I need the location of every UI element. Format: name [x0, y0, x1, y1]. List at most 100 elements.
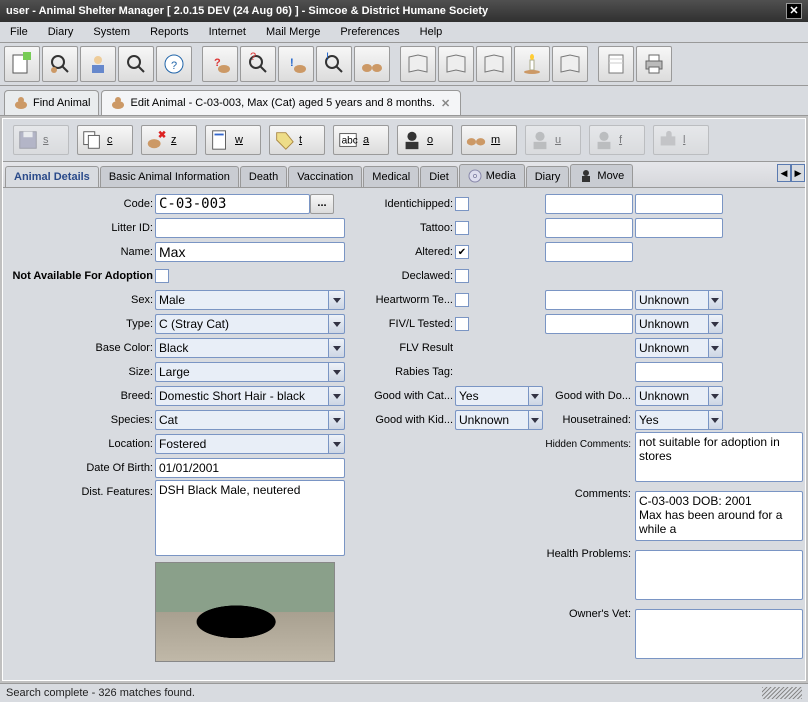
code-field[interactable] [155, 194, 310, 214]
litter-field[interactable] [155, 218, 345, 238]
ident-num-field[interactable] [635, 194, 723, 214]
chevron-down-icon[interactable] [528, 386, 543, 406]
match-icon[interactable] [354, 46, 390, 82]
tab-animal-details[interactable]: Animal Details [5, 166, 99, 187]
name-field[interactable] [155, 242, 345, 262]
tab-basic-info[interactable]: Basic Animal Information [100, 166, 239, 187]
heartworm-result-combo[interactable] [635, 290, 723, 310]
chevron-down-icon[interactable] [528, 410, 543, 430]
chevron-down-icon[interactable] [328, 434, 345, 454]
tab-close-icon[interactable]: ✕ [439, 97, 452, 110]
text-button[interactable]: abc a [333, 125, 389, 155]
tab-media[interactable]: Media [459, 164, 525, 187]
tab-death[interactable]: Death [240, 166, 287, 187]
lost-animal-icon[interactable]: ? [202, 46, 238, 82]
code-browse-button[interactable]: ... [310, 194, 334, 214]
chevron-down-icon[interactable] [708, 290, 723, 310]
heartworm-checkbox[interactable] [455, 293, 469, 307]
book1-icon[interactable] [400, 46, 436, 82]
chevron-down-icon[interactable] [708, 410, 723, 430]
tab-medical[interactable]: Medical [363, 166, 419, 187]
help-icon[interactable]: ? [156, 46, 192, 82]
comments-field[interactable]: C-03-003 DOB: 2001 Max has been around f… [635, 491, 803, 541]
menu-mailmerge[interactable]: Mail Merge [256, 22, 330, 42]
book2-icon[interactable] [438, 46, 474, 82]
dob-field[interactable] [155, 458, 345, 478]
fivl-checkbox[interactable] [455, 317, 469, 331]
heartworm-date-field[interactable] [545, 290, 633, 310]
owner-button[interactable]: o [397, 125, 453, 155]
species-combo[interactable] [155, 410, 345, 430]
search-found-icon[interactable]: ! [316, 46, 352, 82]
chevron-down-icon[interactable] [328, 386, 345, 406]
tab-diary[interactable]: Diary [526, 166, 570, 187]
altered-date-field[interactable] [545, 242, 633, 262]
type-combo[interactable] [155, 314, 345, 334]
chevron-down-icon[interactable] [708, 386, 723, 406]
location-combo[interactable] [155, 434, 345, 454]
fivl-result-combo[interactable] [635, 314, 723, 334]
ident-date-field[interactable] [545, 194, 633, 214]
sex-combo[interactable] [155, 290, 345, 310]
tab-find-animal[interactable]: Find Animal [4, 90, 99, 115]
search-lost-icon[interactable]: ? [240, 46, 276, 82]
vet-field[interactable] [635, 609, 803, 659]
match-button[interactable]: m [461, 125, 517, 155]
house-combo[interactable] [635, 410, 723, 430]
flv-result-combo[interactable] [635, 338, 723, 358]
book3-icon[interactable] [476, 46, 512, 82]
tabs-scroll-right-icon[interactable]: ▶ [791, 164, 805, 182]
fivl-date-field[interactable] [545, 314, 633, 334]
altered-checkbox[interactable] [455, 245, 469, 259]
ident-checkbox[interactable] [455, 197, 469, 211]
notavail-checkbox[interactable] [155, 269, 169, 283]
found-animal-icon[interactable]: ! [278, 46, 314, 82]
chevron-down-icon[interactable] [708, 338, 723, 358]
clone-button[interactable]: c [77, 125, 133, 155]
tattoo-num-field[interactable] [635, 218, 723, 238]
tattoo-date-field[interactable] [545, 218, 633, 238]
goodcat-combo[interactable] [455, 386, 543, 406]
delete-button[interactable]: ✖ z [141, 125, 197, 155]
features-field[interactable]: DSH Black Male, neutered [155, 480, 345, 556]
menu-help[interactable]: Help [410, 22, 453, 42]
chevron-down-icon[interactable] [328, 362, 345, 382]
search-owner-icon[interactable] [118, 46, 154, 82]
notebook-icon[interactable] [598, 46, 634, 82]
tab-edit-animal[interactable]: Edit Animal - C-03-003, Max (Cat) aged 5… [101, 90, 461, 115]
book4-icon[interactable] [552, 46, 588, 82]
menu-internet[interactable]: Internet [199, 22, 256, 42]
goodkid-combo[interactable] [455, 410, 543, 430]
chevron-down-icon[interactable] [328, 338, 345, 358]
printer-icon[interactable] [636, 46, 672, 82]
basecolor-combo[interactable] [155, 338, 345, 358]
close-icon[interactable]: ✕ [786, 3, 802, 19]
new-owner-icon[interactable] [80, 46, 116, 82]
rabies-field[interactable] [635, 362, 723, 382]
chevron-down-icon[interactable] [708, 314, 723, 334]
breed-combo[interactable] [155, 386, 345, 406]
hidden-comments-field[interactable]: not suitable for adoption in stores [635, 432, 803, 482]
new-animal-icon[interactable] [4, 46, 40, 82]
tabs-scroll-left-icon[interactable]: ◀ [777, 164, 791, 182]
tab-vaccination[interactable]: Vaccination [288, 166, 362, 187]
menu-system[interactable]: System [83, 22, 140, 42]
tag-button[interactable]: t [269, 125, 325, 155]
resize-grip-icon[interactable] [762, 687, 802, 699]
gooddog-combo[interactable] [635, 386, 723, 406]
tattoo-checkbox[interactable] [455, 221, 469, 235]
tab-move[interactable]: Move [570, 164, 633, 187]
menu-preferences[interactable]: Preferences [330, 22, 409, 42]
menu-reports[interactable]: Reports [140, 22, 199, 42]
menu-diary[interactable]: Diary [38, 22, 84, 42]
tab-diet[interactable]: Diet [420, 166, 458, 187]
size-combo[interactable] [155, 362, 345, 382]
chevron-down-icon[interactable] [328, 290, 345, 310]
declawed-checkbox[interactable] [455, 269, 469, 283]
candle-icon[interactable] [514, 46, 550, 82]
health-field[interactable] [635, 550, 803, 600]
chevron-down-icon[interactable] [328, 410, 345, 430]
menu-file[interactable]: File [0, 22, 38, 42]
search-animal-icon[interactable] [42, 46, 78, 82]
chevron-down-icon[interactable] [328, 314, 345, 334]
